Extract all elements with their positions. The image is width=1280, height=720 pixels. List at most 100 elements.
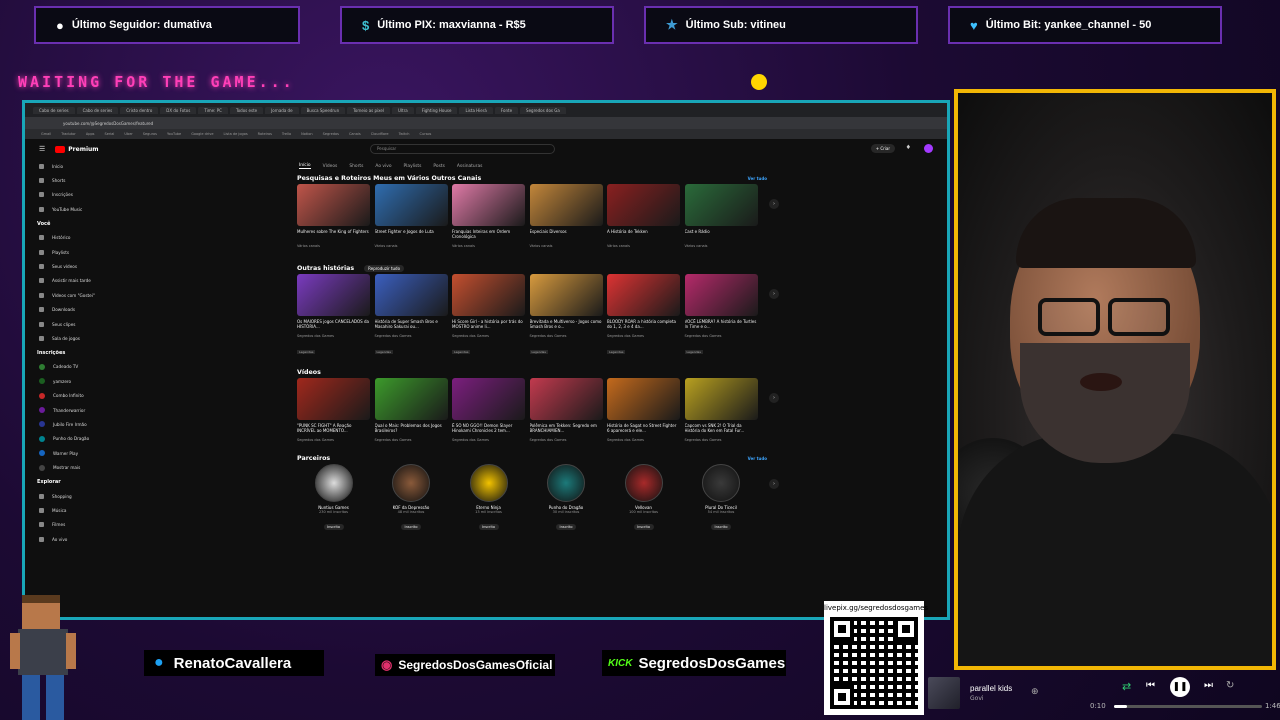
sidebar-you-heading[interactable]: Você (25, 217, 105, 231)
bookmark-item[interactable]: Lista de jogos (224, 132, 248, 136)
partner-avatar[interactable] (392, 463, 430, 502)
video-thumbnail[interactable] (452, 184, 525, 226)
video-card[interactable]: Hi Score Girl - a história por trás do M… (452, 273, 525, 358)
sidebar-item[interactable]: Downloads (25, 303, 105, 317)
sidebar-item[interactable]: Playlists (25, 245, 105, 259)
next-icon[interactable]: ⏭ (1204, 680, 1213, 691)
video-thumbnail[interactable] (374, 273, 448, 316)
video-thumbnail[interactable] (684, 378, 758, 420)
video-title[interactable]: A História de Tekken (607, 229, 680, 244)
browser-tab[interactable]: Jornada de (265, 106, 299, 114)
browser-tab[interactable]: Cabo de series (33, 106, 75, 114)
next-arrow-icon[interactable]: › (769, 288, 779, 299)
bookmark-item[interactable]: Seguros (143, 132, 157, 136)
sidebar-item[interactable]: Vídeos com "Gostei" (25, 288, 105, 302)
browser-tab[interactable]: Torneio as pixel (347, 106, 390, 114)
video-title[interactable]: História de Super Smash Bros e Masahiro … (375, 319, 448, 334)
video-card[interactable]: Street Fighter e Jogos de Luta Vários can… (374, 184, 448, 249)
sidebar-item[interactable]: Início (25, 159, 105, 173)
channel-tab[interactable]: Vídeos (323, 164, 338, 169)
subscription-item[interactable]: Mostrar mais (25, 460, 105, 474)
sidebar-item[interactable]: Filmes (25, 518, 105, 532)
sidebar-item[interactable]: Inscrições (25, 188, 105, 202)
browser-tab[interactable]: Segredos dos Ga (520, 106, 566, 114)
video-thumbnail[interactable] (297, 273, 370, 316)
video-title[interactable]: Qual o Mais: Problemas dos Jogos Brasile… (375, 423, 448, 438)
bookmark-item[interactable]: Roteiros (258, 132, 272, 136)
bookmark-item[interactable]: Cursos (419, 132, 431, 136)
subscription-item[interactable]: Punho do Dragão (25, 432, 105, 446)
video-title[interactable]: Mulheres sobre The King of Fighters (297, 229, 370, 244)
partner-avatar[interactable] (624, 463, 663, 502)
partner-card[interactable]: Plural Do Ticecil 54 mil inscritos Inscrit… (685, 463, 758, 530)
add-icon[interactable]: ⊕ (1031, 687, 1039, 697)
video-card[interactable]: Polêmica em Tekken: Segredo em BRANCHIAM… (529, 378, 603, 443)
video-card[interactable]: História de Sagat no Street Fighter 6 ap… (607, 378, 680, 443)
address-bar[interactable]: youtube.com/@SegredosDosGames/featured (25, 117, 947, 129)
play-all-button[interactable]: Reproduzir tudo (364, 264, 405, 272)
video-title[interactable]: VOCÊ LEMBRA? A história de Turtles In Ti… (685, 319, 758, 334)
video-title[interactable]: BLOODY ROAR a história completa do 1, 2,… (607, 319, 680, 334)
bookmark-item[interactable]: Cloudflare (371, 132, 389, 136)
channel-tab[interactable]: Assinaturas (457, 164, 483, 169)
browser-tab[interactable]: Time: PC (198, 106, 228, 114)
sidebar-item[interactable]: Música (25, 503, 105, 517)
video-title[interactable]: Cast e Rádio (685, 229, 758, 244)
bookmark-item[interactable]: Gmail (41, 132, 51, 136)
video-title[interactable]: É SÓ NO GGO!! Demon Slayer Hinokami Chro… (452, 423, 525, 438)
sidebar-item[interactable]: Ao vivo (25, 532, 105, 546)
video-title[interactable]: Brevitada e Multiverso - Jogos como Smas… (530, 319, 603, 334)
next-arrow-icon[interactable]: › (769, 393, 779, 403)
video-title[interactable]: Street Fighter e Jogos de Luta (375, 229, 448, 244)
bookmark-item[interactable]: Trello (282, 132, 291, 136)
partner-card[interactable]: Nuntius Games 230 mil inscritos Inscrito (297, 463, 370, 530)
channel-tab[interactable]: Shorts (349, 164, 363, 169)
video-card[interactable]: Especiais Diversos Vários canais (529, 184, 603, 249)
bookmark-item[interactable]: YouTube (167, 132, 181, 136)
bookmark-item[interactable]: Segredos (323, 132, 339, 136)
bookmark-item[interactable]: Tradutor (61, 132, 76, 136)
subscription-item[interactable]: Combo Infinito (25, 388, 105, 402)
sidebar-item[interactable]: Histórico (25, 231, 105, 245)
sidebar-item[interactable]: Sala de jogos (25, 331, 105, 345)
browser-tab[interactable]: Lista Hierá (459, 106, 493, 114)
video-card[interactable]: Os MAIORES jogos CANCELADOS da HISTÓRIA.… (297, 273, 370, 358)
video-title[interactable]: História de Sagat no Street Fighter 6 ap… (607, 423, 680, 438)
subscription-item[interactable]: Warner Play (25, 446, 105, 460)
browser-tab[interactable]: Fighting House (415, 106, 458, 114)
browser-tab[interactable]: Fonte (494, 106, 519, 114)
channel-tab[interactable]: Início (299, 163, 311, 169)
partner-avatar[interactable] (702, 463, 740, 502)
video-thumbnail[interactable] (529, 378, 603, 420)
browser-tab[interactable]: Cristo dentro (120, 106, 159, 114)
see-all-partners-link[interactable]: Ver tudo (748, 456, 767, 461)
bookmark-item[interactable]: Google drive (191, 132, 213, 136)
subscription-item[interactable]: Thanderwarrior (25, 403, 105, 417)
channel-tab[interactable]: Playlists (404, 164, 422, 169)
channel-tab[interactable]: Posts (433, 164, 444, 169)
video-card[interactable]: "PUNK SC FIGHT" A Reação INCRÍVEL ao MOM… (297, 378, 370, 443)
video-thumbnail[interactable] (607, 273, 680, 316)
video-thumbnail[interactable] (374, 378, 448, 420)
repeat-icon[interactable]: ↻ (1226, 680, 1234, 691)
video-thumbnail[interactable] (297, 378, 370, 420)
partner-avatar[interactable] (547, 463, 585, 502)
video-card[interactable]: BLOODY ROAR a história completa do 1, 2,… (607, 273, 680, 358)
partner-avatar[interactable] (469, 463, 508, 502)
video-card[interactable]: Brevitada e Multiverso - Jogos como Smas… (529, 273, 603, 358)
subscription-item[interactable]: yamzero (25, 374, 105, 388)
avatar[interactable] (924, 144, 933, 153)
browser-tab[interactable]: DX do Fotos (160, 106, 197, 114)
video-thumbnail[interactable] (452, 273, 525, 316)
video-card[interactable]: Mulheres sobre The King of Fighters Vário… (297, 184, 370, 249)
video-card[interactable]: Qual o Mais: Problemas dos Jogos Brasile… (374, 378, 448, 443)
bookmark-item[interactable]: Twitch (399, 132, 410, 136)
sidebar-item[interactable]: Assistir mais tarde (25, 274, 105, 288)
subscribed-button[interactable]: Inscrito (401, 523, 421, 530)
subscribed-button[interactable]: Inscrito (323, 523, 344, 530)
bookmark-item[interactable]: Apps (86, 132, 95, 136)
video-thumbnail[interactable] (374, 184, 448, 226)
search-input[interactable]: Pesquisar (370, 144, 555, 154)
sidebar-item[interactable]: Seus vídeos (25, 259, 105, 273)
video-title[interactable]: Os MAIORES jogos CANCELADOS da HISTÓRIA.… (297, 319, 370, 334)
